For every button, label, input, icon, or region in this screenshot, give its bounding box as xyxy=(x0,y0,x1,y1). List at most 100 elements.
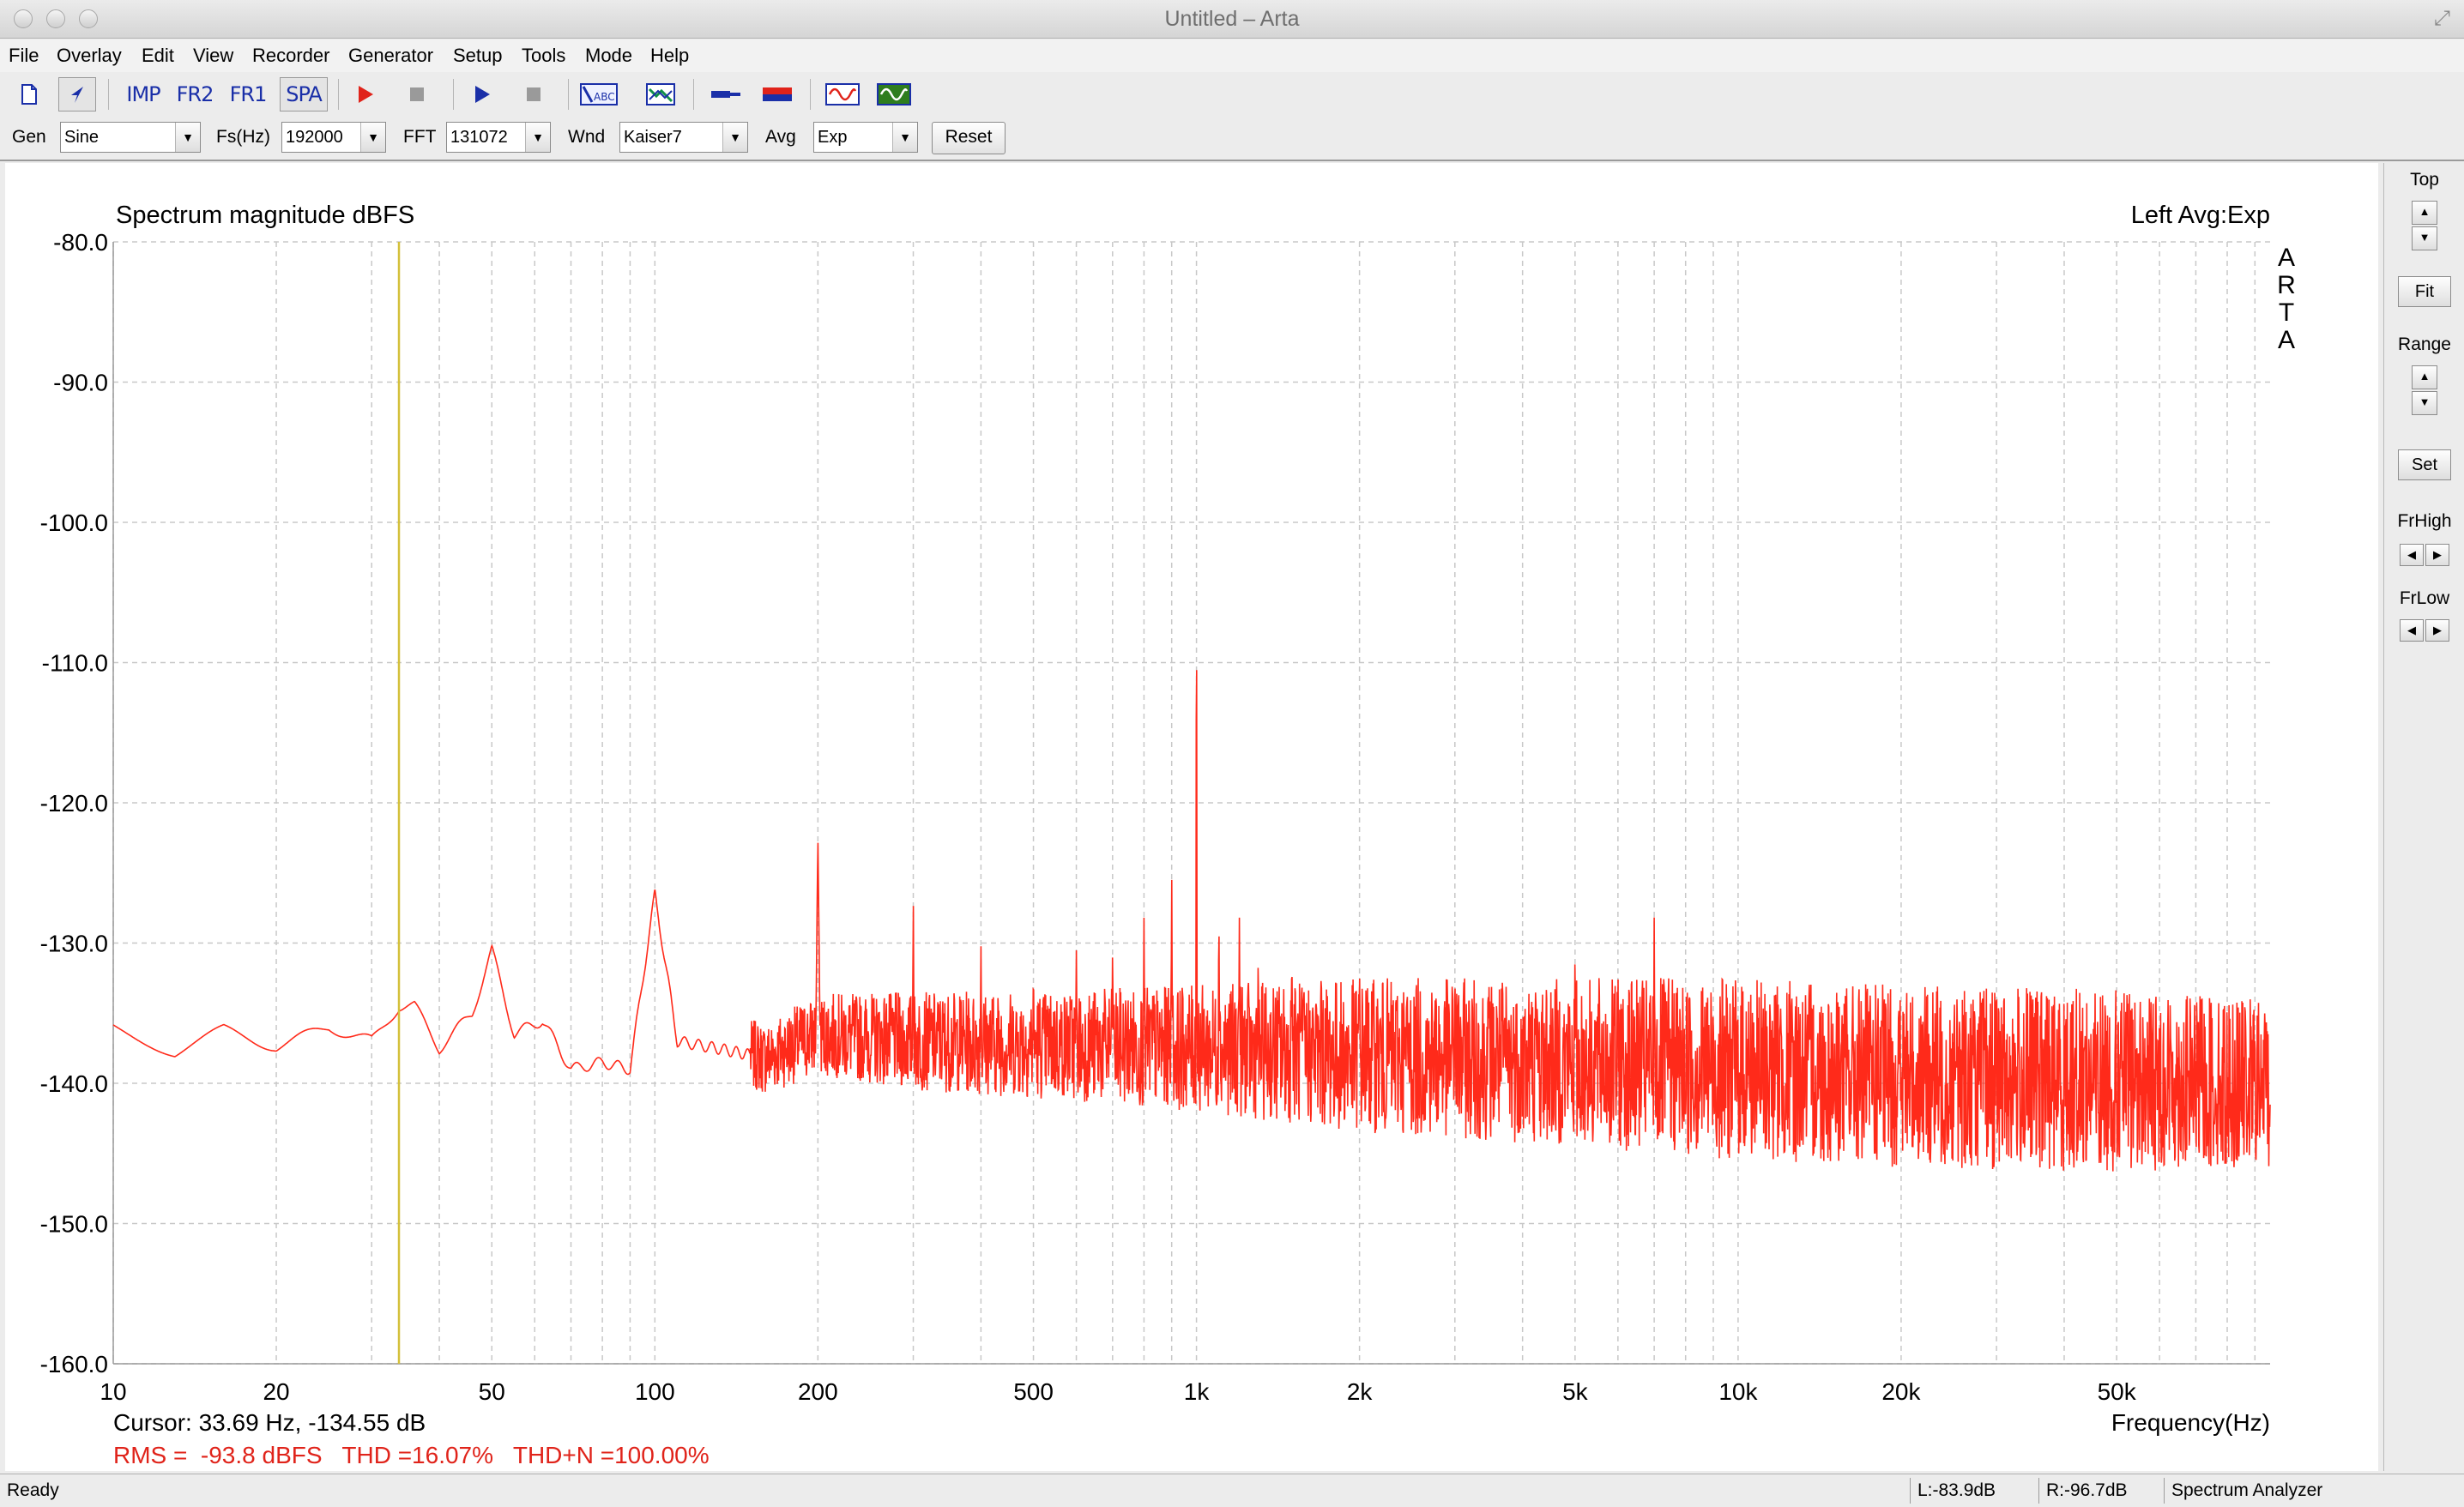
menu-tools[interactable]: Tools xyxy=(522,45,565,67)
x-axis-label: Frequency(Hz) xyxy=(2111,1409,2270,1436)
record-stop-icon[interactable] xyxy=(398,77,436,112)
averaging-select[interactable]: Exp ▼ xyxy=(813,122,918,153)
parameters-bar: Gen Sine ▼ Fs(Hz) 192000 ▼ FFT 131072 ▼ Wnd… xyxy=(0,117,2464,161)
x-tick-label: 20 xyxy=(263,1378,289,1405)
x-tick-label: 10k xyxy=(1718,1378,1758,1405)
frlow-right-button[interactable]: ▶ xyxy=(2425,619,2449,642)
fs-label: Fs(Hz) xyxy=(216,127,270,147)
channel-label: Left Avg:Exp xyxy=(2131,202,2270,229)
y-tick-label: -110.0 xyxy=(42,650,108,677)
generator-select[interactable]: Sine ▼ xyxy=(60,122,201,153)
set-button[interactable]: Set xyxy=(2398,449,2451,480)
menu-overlay[interactable]: Overlay xyxy=(57,45,122,67)
menu-help[interactable]: Help xyxy=(650,45,689,67)
x-tick-label: 100 xyxy=(635,1378,675,1405)
fit-button[interactable]: Fit xyxy=(2398,276,2451,307)
y-tick-label: -90.0 xyxy=(53,370,108,396)
record-play-icon[interactable] xyxy=(347,77,384,112)
chevron-down-icon: ▼ xyxy=(175,123,200,152)
x-tick-label: 2k xyxy=(1347,1378,1374,1405)
oscilloscope-icon[interactable] xyxy=(824,77,861,112)
spectrum-trace xyxy=(112,670,2271,1172)
top-up-button[interactable]: ▲ xyxy=(2412,201,2437,225)
frhigh-label: FrHigh xyxy=(2397,511,2452,531)
y-tick-label: -140.0 xyxy=(40,1070,108,1097)
menu-bar: File Overlay Edit View Recorder Generato… xyxy=(0,39,2464,72)
y-tick-label: -130.0 xyxy=(40,931,108,957)
toolbar: IMP FR2 FR1 SPA ABC xyxy=(0,74,2464,115)
right-level-readout: R:-96.7dB xyxy=(2038,1478,2164,1504)
x-tick-label: 500 xyxy=(1013,1378,1054,1405)
x-tick-label: 200 xyxy=(798,1378,838,1405)
reset-button[interactable]: Reset xyxy=(932,122,1006,154)
annotate-abc-icon[interactable]: ABC xyxy=(577,77,621,112)
menu-edit[interactable]: Edit xyxy=(142,45,174,67)
y-tick-label: -150.0 xyxy=(40,1211,108,1238)
x-tick-label: 50k xyxy=(2098,1378,2137,1405)
menu-file[interactable]: File xyxy=(9,45,39,67)
brand-letter: T xyxy=(2279,298,2294,327)
new-document-icon[interactable] xyxy=(10,77,48,112)
top-down-button[interactable]: ▼ xyxy=(2412,226,2437,250)
top-label: Top xyxy=(2410,170,2439,190)
sample-rate-select[interactable]: 192000 ▼ xyxy=(281,122,386,153)
status-ready: Ready xyxy=(7,1480,59,1500)
x-tick-label: 50 xyxy=(479,1378,505,1405)
spa-mode-button[interactable]: SPA xyxy=(280,77,328,112)
frlow-left-button[interactable]: ◀ xyxy=(2400,619,2424,642)
left-level-readout: L:-83.9dB xyxy=(1910,1478,2038,1504)
wnd-label: Wnd xyxy=(568,127,606,147)
frlow-label: FrLow xyxy=(2399,588,2450,608)
menu-setup[interactable]: Setup xyxy=(453,45,503,67)
svg-text:ABC: ABC xyxy=(594,91,615,103)
brand-letter: A xyxy=(2278,244,2295,272)
range-up-button[interactable]: ▲ xyxy=(2412,365,2437,389)
level-meter-icon[interactable] xyxy=(758,77,796,112)
chevron-down-icon: ▼ xyxy=(525,123,550,152)
chevron-down-icon: ▼ xyxy=(892,123,917,152)
range-label: Range xyxy=(2398,335,2451,354)
mode-readout: Spectrum Analyzer xyxy=(2164,1478,2430,1504)
signal-monitor-icon[interactable] xyxy=(875,77,913,112)
fft-size-select[interactable]: 131072 ▼ xyxy=(446,122,551,153)
impulse-mode-button[interactable]: IMP xyxy=(122,77,165,112)
pointer-tool-icon[interactable] xyxy=(58,77,96,112)
spectrum-plot[interactable]: -80.0 -90.0 -100.0 -110.0 -120.0 -130.0 -140.0… xyxy=(5,163,2378,1471)
fullscreen-icon[interactable]: ⤢ xyxy=(2434,7,2450,31)
status-bar: Ready L:-83.9dB R:-96.7dB Spectrum Analy… xyxy=(0,1474,2464,1507)
generator-play-icon[interactable] xyxy=(463,77,501,112)
probe-icon[interactable] xyxy=(707,77,745,112)
brand-letter: A xyxy=(2278,326,2295,354)
range-down-button[interactable]: ▼ xyxy=(2412,391,2437,415)
y-tick-label: -100.0 xyxy=(40,509,108,536)
y-tick-label: -80.0 xyxy=(53,229,108,256)
frhigh-right-button[interactable]: ▶ xyxy=(2425,544,2449,566)
y-tick-label: -160.0 xyxy=(40,1351,108,1377)
distortion-stats: RMS = -93.8 dBFS THD =16.07% THD+N =100.… xyxy=(113,1442,710,1468)
frhigh-left-button[interactable]: ◀ xyxy=(2400,544,2424,566)
chart-title: Spectrum magnitude dBFS xyxy=(116,202,414,229)
fft-label: FFT xyxy=(403,127,437,147)
x-tick-label: 1k xyxy=(1184,1378,1211,1405)
spectrum-chart[interactable]: -80.0 -90.0 -100.0 -110.0 -120.0 -130.0 -140.0… xyxy=(5,163,2378,1471)
chevron-down-icon: ▼ xyxy=(360,123,385,152)
cursor-readout: Cursor: 33.69 Hz, -134.55 dB xyxy=(113,1409,426,1436)
overlay-plot-icon[interactable] xyxy=(642,77,679,112)
fr2-mode-button[interactable]: FR2 xyxy=(173,77,216,112)
gen-label: Gen xyxy=(12,127,46,147)
menu-mode[interactable]: Mode xyxy=(585,45,632,67)
right-control-panel: Top ▲ ▼ Fit Range ▲ ▼ Set FrHigh ◀ ▶ FrL… xyxy=(2383,163,2464,1471)
x-tick-label: 20k xyxy=(1881,1378,1921,1405)
generator-stop-icon[interactable] xyxy=(515,77,553,112)
fr1-mode-button[interactable]: FR1 xyxy=(226,77,269,112)
menu-recorder[interactable]: Recorder xyxy=(252,45,329,67)
menu-view[interactable]: View xyxy=(193,45,233,67)
menu-generator[interactable]: Generator xyxy=(348,45,433,67)
window-title: Untitled – Arta xyxy=(1164,7,1300,31)
avg-label: Avg xyxy=(765,127,796,147)
y-tick-label: -120.0 xyxy=(40,790,108,817)
title-bar: Untitled – Arta ⤢ xyxy=(0,0,2464,39)
brand-letter: R xyxy=(2277,271,2296,299)
window-function-select[interactable]: Kaiser7 ▼ xyxy=(619,122,748,153)
x-tick-label: 10 xyxy=(100,1378,126,1405)
